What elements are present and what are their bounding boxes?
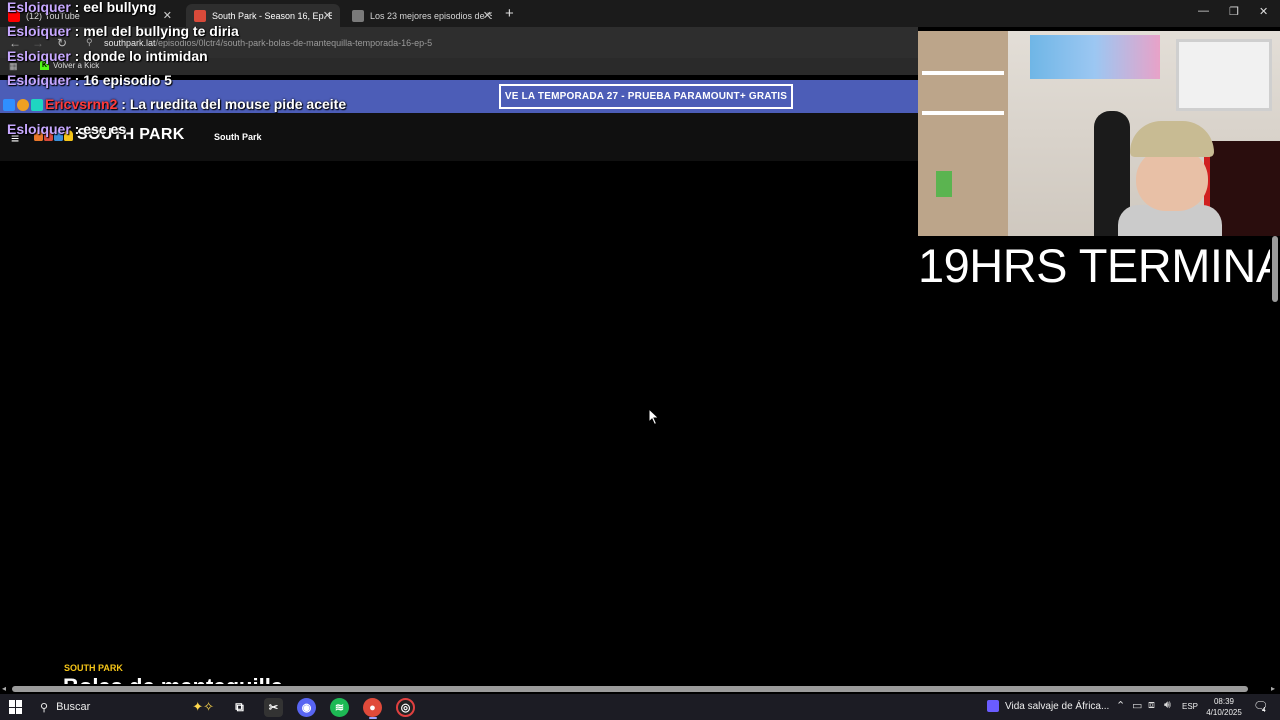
active-app-indicator	[369, 717, 377, 719]
paramount-promo-button[interactable]: VE LA TEMPORADA 27 - PRUEBA PARAMOUNT+ G…	[499, 84, 793, 109]
chat-username: Ericvsrnn2	[45, 96, 118, 112]
scroll-left-icon[interactable]: ◂	[2, 684, 6, 693]
close-tab-icon[interactable]: ✕	[323, 9, 332, 22]
tab-title: Los 23 mejores episodios de 'S	[370, 10, 492, 21]
page-favicon-icon	[352, 9, 364, 22]
capcut-icon[interactable]: ✂	[264, 698, 283, 717]
chat-message: Esloiquer : mel del bullying te diria	[7, 23, 239, 39]
video-player[interactable]	[0, 161, 918, 684]
clock-time: 08:39	[1213, 697, 1235, 706]
mouse-cursor-icon	[648, 408, 660, 426]
chat-text: donde lo intimidan	[83, 48, 208, 64]
og-badge-icon	[31, 99, 43, 112]
tab-title: South Park - Season 16, Ep. 5 -	[212, 10, 332, 21]
scroll-right-icon[interactable]: ▸	[1271, 684, 1275, 693]
language-indicator[interactable]: ESP	[1182, 702, 1198, 711]
nav-link-south-park[interactable]: South Park	[214, 132, 262, 142]
chat-message: Esloiquer : ese es	[7, 121, 127, 137]
stream-end-time-text: 19HRS TERMINA	[918, 239, 1280, 292]
show-label: SOUTH PARK	[64, 663, 123, 673]
gift-badge-icon	[17, 99, 29, 112]
episode-title: Bolas de mantequilla	[63, 676, 283, 684]
news-text: Vida salvaje de África...	[1005, 700, 1110, 712]
tab-mejores-episodios[interactable]: Los 23 mejores episodios de 'S ✕	[344, 4, 500, 27]
minimize-button[interactable]: —	[1198, 5, 1209, 17]
url-path: /episodios/0lctr4/south-park-bolas-de-ma…	[155, 38, 433, 48]
close-window-button[interactable]: ✕	[1259, 5, 1268, 18]
chat-text: 16 episodio 5	[83, 72, 172, 88]
system-clock[interactable]: 08:39 4/10/2025	[1204, 696, 1244, 718]
chat-message: Ericvsrnn2 : La ruedita del mouse pide a…	[3, 96, 346, 112]
close-tab-icon[interactable]: ✕	[483, 9, 492, 22]
new-tab-button[interactable]: +	[505, 5, 514, 22]
site-header: ≡ SOUTH PARK South Park	[0, 113, 918, 161]
network-icon[interactable]: ⧈	[1148, 699, 1155, 712]
clock-date: 4/10/2025	[1206, 708, 1242, 717]
chat-username: Esloiquer	[7, 0, 71, 15]
chat-text: eel bullyng	[83, 0, 157, 15]
notification-count: 4	[1262, 707, 1266, 714]
restore-button[interactable]: ❐	[1229, 5, 1239, 18]
chat-username: Esloiquer	[7, 121, 71, 137]
display-icon[interactable]: ▭	[1132, 699, 1142, 712]
obs-icon[interactable]: ◎	[396, 698, 415, 717]
scrollbar-thumb[interactable]	[1272, 236, 1278, 302]
search-placeholder: Buscar	[56, 701, 91, 713]
url-field[interactable]: southpark.lat/episodios/0lctr4/south-par…	[104, 38, 432, 48]
chevron-up-icon[interactable]: ⌃	[1116, 699, 1125, 712]
chat-username: Esloiquer	[7, 72, 71, 88]
chat-username: Esloiquer	[7, 48, 71, 64]
search-icon: ⚲	[40, 701, 49, 714]
chat-text: ese es	[83, 121, 127, 137]
webcam-feed	[918, 31, 1280, 236]
chrome-icon[interactable]: ●	[363, 698, 382, 717]
task-view-icon[interactable]: ⧉	[230, 698, 249, 717]
spotify-icon[interactable]: ≋	[330, 698, 349, 717]
chat-text: mel del bullying te diria	[83, 23, 239, 39]
chat-text: La ruedita del mouse pide aceite	[129, 96, 347, 112]
url-host: southpark.lat	[104, 38, 156, 48]
windows-taskbar: ⚲ Buscar ✦✧ ⧉ ✂ ◉ ≋ ● ◎ Vida salvaje de …	[0, 694, 1280, 720]
chat-message: Esloiquer : 16 episodio 5	[7, 72, 172, 88]
vertical-scrollbar[interactable]	[1270, 236, 1280, 684]
news-widget[interactable]: Vida salvaje de África...	[987, 700, 1109, 712]
subscriber-badge-icon	[3, 99, 15, 112]
scrollbar-thumb[interactable]	[12, 686, 1248, 692]
taskbar-search[interactable]: ⚲ Buscar ✦✧	[32, 697, 214, 717]
video-icon	[987, 700, 999, 712]
volume-icon[interactable]: 🔊︎	[1164, 699, 1171, 712]
chat-message: Esloiquer : eel bullyng	[7, 0, 157, 15]
chat-username: Esloiquer	[7, 23, 71, 39]
chat-badges	[3, 99, 43, 112]
sparkle-icon: ✦✧	[192, 699, 214, 714]
windows-start-icon[interactable]	[9, 700, 23, 714]
horizontal-scrollbar[interactable]: ◂ ▸	[0, 684, 1280, 694]
close-tab-icon[interactable]: ✕	[163, 9, 172, 22]
discord-icon[interactable]: ◉	[297, 698, 316, 717]
south-park-favicon-icon	[194, 9, 206, 22]
chat-message: Esloiquer : donde lo intimidan	[7, 48, 208, 64]
